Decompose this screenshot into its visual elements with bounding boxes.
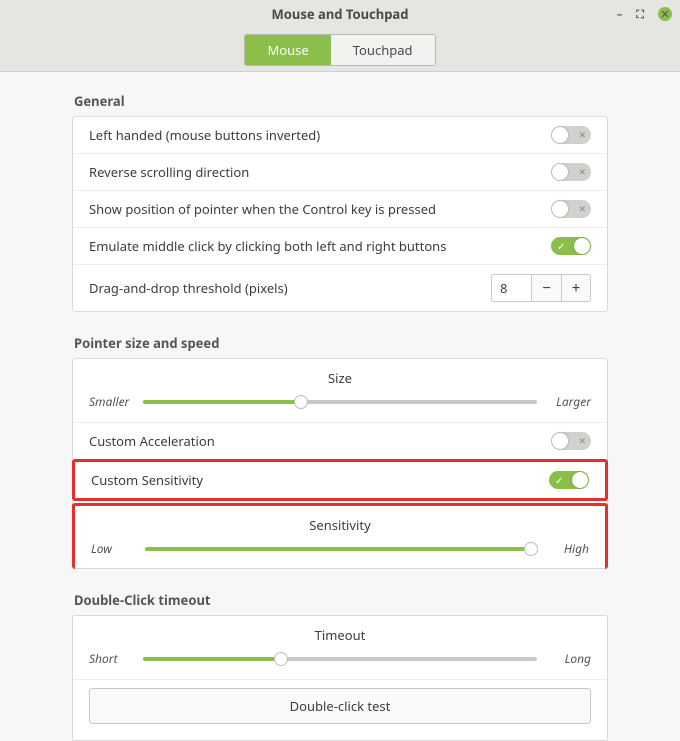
section-title-general: General: [74, 92, 608, 110]
label-left-handed: Left handed (mouse buttons inverted): [89, 126, 320, 144]
label-size-max: Larger: [547, 393, 591, 410]
panel-doubleclick: Timeout Short Long Double-click test: [72, 615, 608, 741]
row-custom-sensitivity: Custom Sensitivity: [72, 459, 608, 501]
label-custom-accel: Custom Acceleration: [89, 432, 215, 450]
panel-general: Left handed (mouse buttons inverted) Rev…: [72, 116, 608, 312]
toggle-emulate-middle[interactable]: [551, 237, 591, 255]
label-sensitivity: Sensitivity: [91, 516, 589, 534]
maximize-icon[interactable]: ⛶: [636, 7, 644, 22]
tab-mouse[interactable]: Mouse: [245, 35, 330, 65]
row-show-pointer: Show position of pointer when the Contro…: [73, 191, 607, 228]
slider-row-size: Smaller Larger: [89, 393, 591, 410]
slider-size[interactable]: [143, 400, 537, 404]
tab-bar: Mouse Touchpad: [0, 28, 680, 72]
row-drag-threshold: Drag-and-drop threshold (pixels) − +: [73, 265, 607, 311]
label-sens-max: High: [545, 540, 589, 557]
slider-sensitivity[interactable]: [145, 547, 535, 551]
titlebar: Mouse and Touchpad – ⛶ ✕: [0, 0, 680, 28]
block-sensitivity: Sensitivity Low High: [72, 503, 608, 569]
stepper-decrement[interactable]: −: [531, 274, 561, 302]
block-size: Size Smaller Larger: [73, 359, 607, 423]
window-controls: – ⛶ ✕: [617, 7, 672, 22]
label-drag-threshold: Drag-and-drop threshold (pixels): [89, 279, 288, 297]
close-icon[interactable]: ✕: [658, 7, 672, 21]
label-show-pointer: Show position of pointer when the Contro…: [89, 200, 436, 218]
toggle-custom-sensitivity[interactable]: [549, 471, 589, 489]
minimize-icon[interactable]: –: [617, 7, 623, 22]
slider-row-timeout: Short Long: [89, 650, 591, 667]
row-dblclick-test: Double-click test: [73, 680, 607, 740]
label-size-min: Smaller: [89, 393, 133, 410]
toggle-show-pointer[interactable]: [551, 200, 591, 218]
input-drag-threshold[interactable]: [491, 274, 531, 302]
slider-timeout[interactable]: [143, 657, 537, 661]
content: General Left handed (mouse buttons inver…: [0, 72, 680, 741]
row-emulate-middle: Emulate middle click by clicking both le…: [73, 228, 607, 265]
slider-row-sensitivity: Low High: [91, 540, 589, 557]
toggle-left-handed[interactable]: [551, 126, 591, 144]
label-timeout-max: Long: [547, 650, 591, 667]
label-timeout: Timeout: [89, 626, 591, 644]
tabs: Mouse Touchpad: [244, 34, 435, 66]
toggle-reverse-scrolling[interactable]: [551, 163, 591, 181]
row-left-handed: Left handed (mouse buttons inverted): [73, 117, 607, 154]
label-timeout-min: Short: [89, 650, 133, 667]
section-title-doubleclick: Double-Click timeout: [74, 591, 608, 609]
window-title: Mouse and Touchpad: [272, 5, 409, 23]
stepper-increment[interactable]: +: [561, 274, 591, 302]
section-title-pointer: Pointer size and speed: [74, 334, 608, 352]
label-sens-min: Low: [91, 540, 135, 557]
panel-pointer: Size Smaller Larger Custom Acceleration …: [72, 358, 608, 569]
row-reverse-scrolling: Reverse scrolling direction: [73, 154, 607, 191]
label-size: Size: [89, 369, 591, 387]
stepper-drag-threshold: − +: [491, 274, 591, 302]
toggle-custom-accel[interactable]: [551, 432, 591, 450]
label-reverse-scrolling: Reverse scrolling direction: [89, 163, 249, 181]
row-custom-accel: Custom Acceleration: [73, 423, 607, 460]
tab-touchpad[interactable]: Touchpad: [331, 35, 435, 65]
button-dblclick-test[interactable]: Double-click test: [89, 688, 591, 724]
label-emulate-middle: Emulate middle click by clicking both le…: [89, 237, 446, 255]
label-custom-sensitivity: Custom Sensitivity: [91, 471, 203, 489]
block-timeout: Timeout Short Long: [73, 616, 607, 680]
